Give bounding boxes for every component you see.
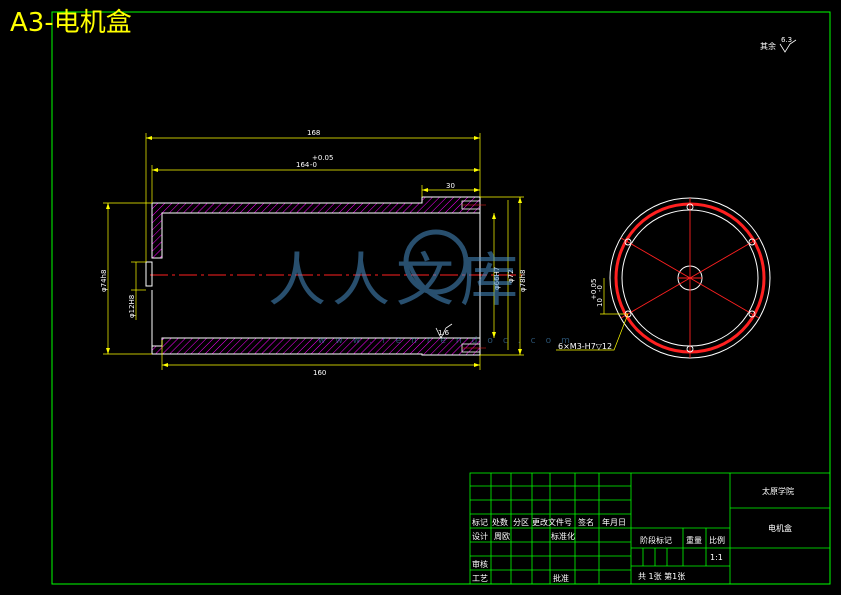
tb-scale: 比例 bbox=[709, 535, 725, 545]
tb-process: 工艺 bbox=[472, 574, 488, 583]
dim-inner-tol-lower: -0 bbox=[310, 161, 317, 169]
tb-school: 太原学院 bbox=[762, 486, 794, 496]
dim-inner-length: 164 bbox=[296, 161, 310, 169]
watermark: 人人文库 www.renrendoc.com bbox=[268, 229, 580, 346]
tb-standardize: 标准化 bbox=[551, 531, 575, 541]
tb-weight: 重量 bbox=[686, 535, 702, 545]
tb-design-name: 周欧 bbox=[494, 531, 510, 541]
tb-design: 设计 bbox=[472, 531, 488, 541]
dim-left-diameter: φ74h8 bbox=[100, 270, 108, 292]
dim-offset-base: 10 bbox=[596, 298, 604, 307]
tb-sheets: 共 1张 第1张 bbox=[638, 571, 685, 581]
tb-part-name: 电机盒 bbox=[768, 523, 792, 533]
tb-scale-value: 1:1 bbox=[710, 553, 723, 562]
tb-header-5: 年月日 bbox=[602, 517, 626, 527]
cad-drawing: A3-电机盒 其余 6.3 168 164 +0.05 -0 30 160 φ7… bbox=[10, 8, 831, 585]
end-view: +0.05 10 -0 6×M3-H7▽12 bbox=[556, 197, 771, 359]
title-block-text: 太原学院 电机盒 标记 处数 分区 更改文件号 签名 年月日 设计 周欧 标准化… bbox=[472, 486, 794, 583]
tb-stage-mark: 阶段标记 bbox=[640, 535, 672, 545]
roughness-note-value: 6.3 bbox=[781, 36, 792, 44]
drawing-title: A3-电机盒 bbox=[10, 8, 132, 38]
dim-bottom-length: 160 bbox=[313, 369, 326, 377]
dim-small-bore: φ12H8 bbox=[128, 295, 136, 318]
roughness-note: 其余 6.3 bbox=[760, 36, 797, 53]
tb-header-3: 更改文件号 bbox=[532, 517, 572, 527]
dim-offset-low: -0 bbox=[596, 285, 604, 292]
tb-approve: 批准 bbox=[553, 573, 569, 583]
tb-review: 审核 bbox=[472, 559, 488, 569]
tb-header-1: 处数 bbox=[492, 517, 508, 527]
drawing-canvas: A3-电机盒 其余 6.3 168 164 +0.05 -0 30 160 φ7… bbox=[0, 0, 841, 595]
tb-header-2: 分区 bbox=[513, 518, 529, 527]
tb-header-4: 签名 bbox=[578, 517, 594, 527]
dim-total-length: 168 bbox=[307, 129, 320, 137]
dim-shoulder: 30 bbox=[446, 182, 455, 190]
roughness-note-label: 其余 bbox=[760, 41, 776, 51]
watermark-url: www.renrendoc.com bbox=[318, 336, 580, 346]
tb-header-0: 标记 bbox=[472, 517, 488, 527]
watermark-text: 人人文库 bbox=[268, 246, 524, 314]
